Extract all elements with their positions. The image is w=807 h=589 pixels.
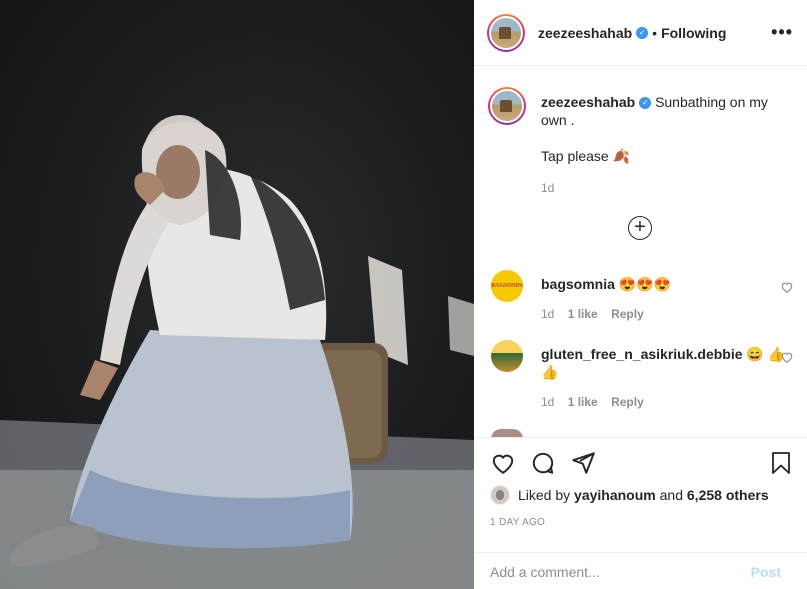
liker-avatar[interactable] [490,485,510,505]
comment-body: gluten_free_n_asikriuk.debbie 😄 👍👍 [541,340,796,381]
verified-badge-icon: ✓ [636,26,649,39]
load-more-comments-icon[interactable]: + [628,216,652,240]
comment-age: 1d [541,307,555,321]
like-comment-heart-icon[interactable] [780,350,794,364]
comment-text: 😍😍😍 [618,276,672,292]
header-text: zeezeeshahab ✓ • Following [538,25,726,41]
caption-age: 1d [541,181,555,195]
post-comment-button[interactable]: Post [751,564,781,580]
more-options-icon[interactable]: ••• [771,22,793,43]
photo-illustration [0,115,474,589]
like-comment-heart-icon[interactable] [780,280,794,294]
add-comment-bar: Post [474,552,807,589]
post-header: zeezeeshahab ✓ • Following ••• [474,0,807,66]
comment-bubble-icon[interactable] [530,450,556,476]
post-actions: Liked by yayihanoum and 6,258 others 1 D… [474,437,807,589]
comment-meta: 1d 1 like Reply [541,395,796,409]
comment-body: bagsomnia 😍😍😍 [541,270,796,293]
post-date: 1 DAY AGO [490,517,546,528]
comment-input[interactable] [490,563,751,580]
commenter-avatar[interactable] [491,340,523,372]
reply-button[interactable]: Reply [611,307,644,321]
header-separator: • [652,24,658,41]
post-photo[interactable] [0,0,474,589]
share-paper-plane-icon[interactable] [570,450,596,476]
save-bookmark-icon[interactable] [769,450,793,476]
next-commenter-avatar [491,429,523,437]
like-heart-icon[interactable] [490,450,516,476]
verified-badge-icon: ✓ [639,97,652,110]
commenter-avatar[interactable]: BAGSOMNIA [491,270,523,302]
author-username[interactable]: zeezeeshahab [538,25,632,41]
instagram-post: zeezeeshahab ✓ • Following ••• zeezeesha… [0,0,807,589]
comment-item: gluten_free_n_asikriuk.debbie 😄 👍👍 1d 1 … [491,340,796,409]
author-avatar[interactable] [487,13,525,52]
post-side-panel: zeezeeshahab ✓ • Following ••• zeezeesha… [474,0,807,589]
action-icons [490,450,596,478]
comment-likes[interactable]: 1 like [568,307,598,321]
liker-username[interactable]: yayihanoum [574,487,656,503]
likes-and: and [659,487,683,503]
following-button[interactable]: Following [661,25,726,41]
comment-item: BAGSOMNIA bagsomnia 😍😍😍 1d 1 like Reply [491,270,796,321]
caption-author-avatar[interactable] [488,87,526,125]
likes-summary: Liked by yayihanoum and 6,258 others [490,485,769,505]
caption-body: zeezeeshahab ✓ Sunbathing on my own . Tap… [541,87,793,197]
commenter-username[interactable]: gluten_free_n_asikriuk.debbie [541,346,743,362]
likes-others-link[interactable]: 6,258 others [687,487,769,503]
comment-meta: 1d 1 like Reply [541,307,796,321]
caption-username[interactable]: zeezeeshahab [541,94,635,110]
likes-prefix: Liked by [518,487,571,503]
comment-likes[interactable]: 1 like [568,395,598,409]
commenter-username[interactable]: bagsomnia [541,276,615,292]
comments-section[interactable]: zeezeeshahab ✓ Sunbathing on my own . Tap… [474,67,807,437]
reply-button[interactable]: Reply [611,395,644,409]
post-caption: zeezeeshahab ✓ Sunbathing on my own . Tap… [488,87,793,197]
caption-line2: Tap please 🍂 [541,148,631,164]
comment-age: 1d [541,395,555,409]
